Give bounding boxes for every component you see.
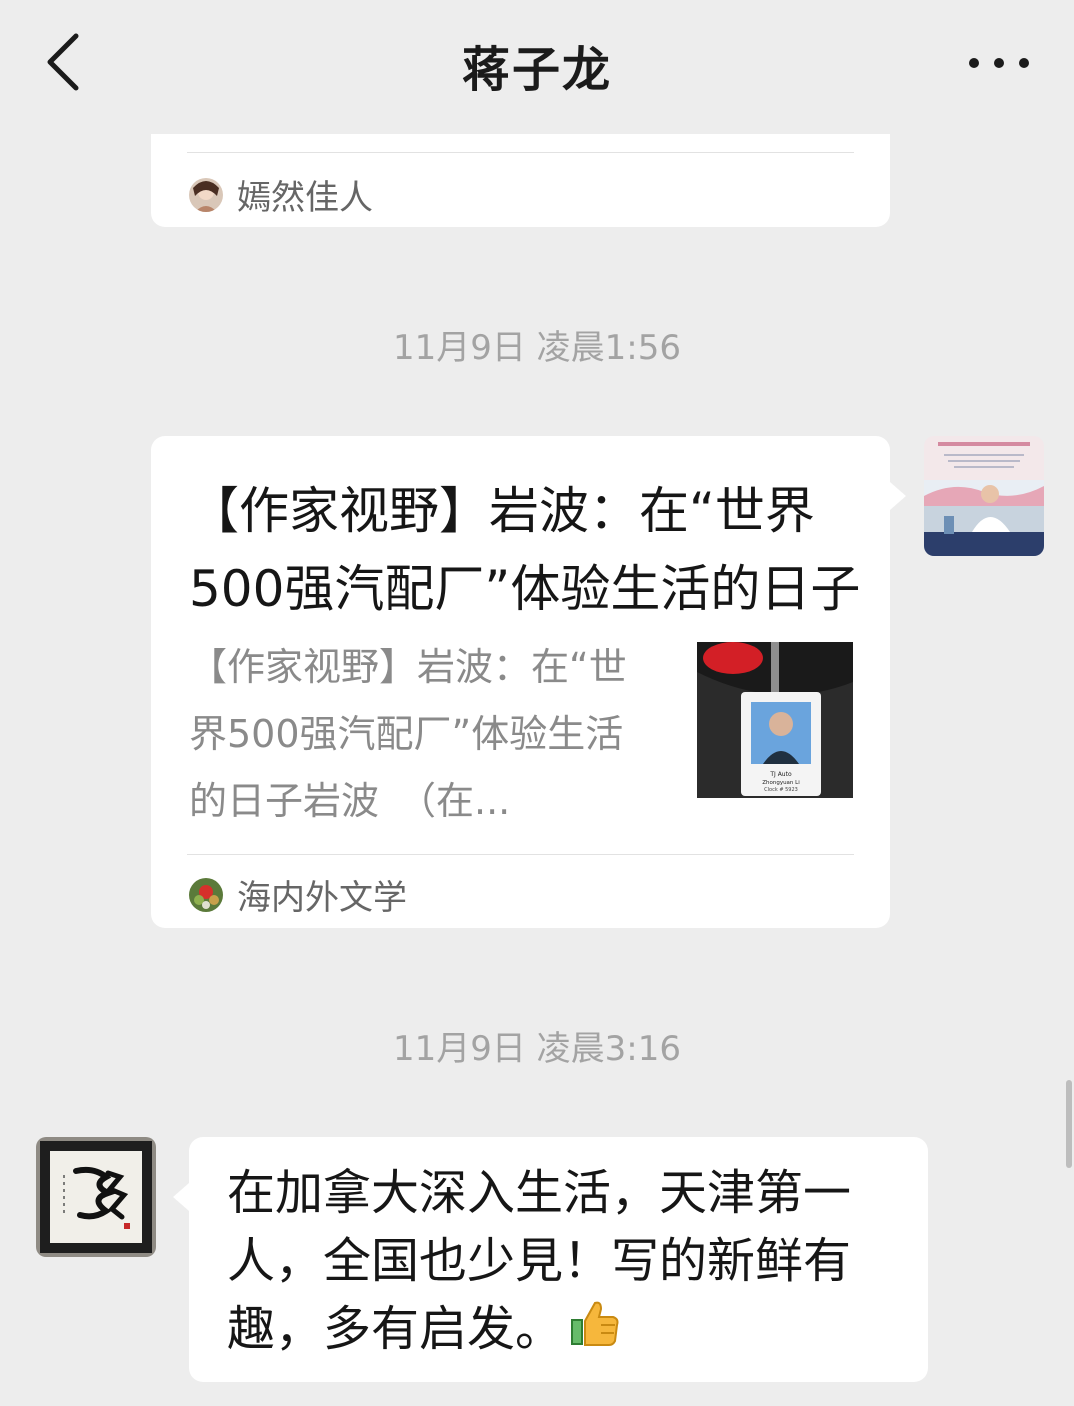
- article-card[interactable]: 【作家视野】岩波：在“世界500强汽配厂”体验生活的日子 【作家视野】岩波：在“…: [151, 436, 890, 928]
- article-thumbnail: TJ Auto Zhongyuan Li Clock # 5923: [697, 642, 853, 798]
- article-source: 海内外文学: [189, 870, 407, 919]
- card-divider: [187, 152, 854, 153]
- my-avatar[interactable]: [924, 436, 1044, 556]
- message-text: 在加拿大深入生活，天津第一人，全国也少見！写的新鲜有趣，多有启发。: [227, 1159, 907, 1367]
- source-name: 海内外文学: [237, 878, 407, 918]
- scrollbar[interactable]: [1066, 1080, 1072, 1168]
- article-title: 【作家视野】岩波：在“世界500强汽配厂”体验生活的日子: [189, 482, 861, 618]
- article-card-partial[interactable]: 嫣然佳人: [151, 134, 890, 227]
- source-name: 嫣然佳人: [237, 178, 373, 218]
- message-bubble[interactable]: 在加拿大深入生活，天津第一人，全国也少見！写的新鲜有趣，多有启发。: [189, 1137, 928, 1382]
- article-description: 【作家视野】岩波：在“世界500强汽配厂”体验生活的日子岩波 （在...: [189, 645, 627, 823]
- nav-bar: 蒋子龙: [0, 0, 1074, 134]
- more-options-icon[interactable]: [964, 50, 1034, 76]
- thumb-badge-line1: TJ Auto: [769, 771, 792, 778]
- source-avatar-icon: [189, 877, 223, 912]
- card-divider: [187, 854, 854, 855]
- bubble-tail: [173, 1183, 189, 1211]
- source-avatar-icon: [189, 177, 223, 212]
- thumbs-up-icon: [569, 1297, 621, 1367]
- timestamp: 11月9日 凌晨3:16: [392, 1029, 682, 1069]
- thumb-badge-line2: Zhongyuan Li: [762, 780, 800, 786]
- article-source: 嫣然佳人: [189, 170, 373, 219]
- thumb-badge-line3: Clock # 5923: [764, 787, 798, 793]
- chat-title: 蒋子龙: [461, 42, 612, 98]
- timestamp: 11月9日 凌晨1:56: [392, 328, 682, 368]
- contact-avatar[interactable]: [36, 1137, 156, 1257]
- message-body: 在加拿大深入生活，天津第一人，全国也少見！写的新鲜有趣，多有启发。: [227, 1165, 852, 1357]
- bubble-tail: [890, 482, 906, 510]
